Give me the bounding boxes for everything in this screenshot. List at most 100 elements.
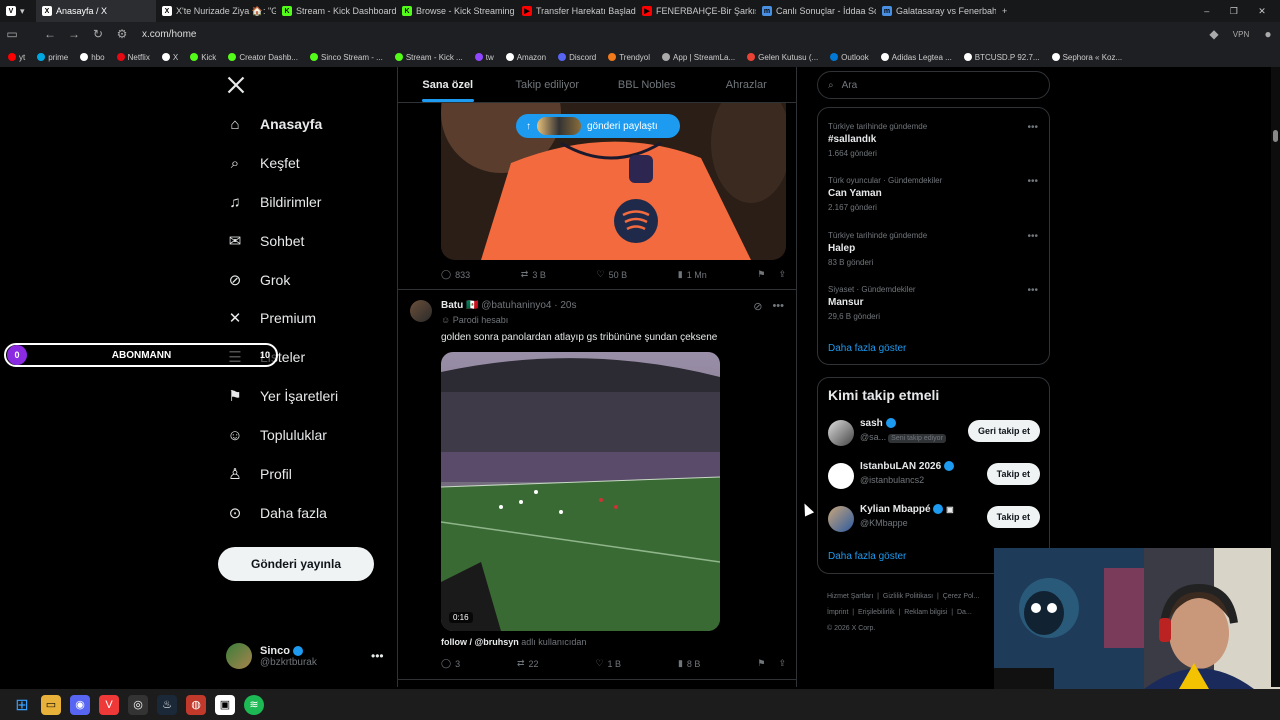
bookmark[interactable]: Adidas Legtea ... xyxy=(880,53,952,62)
browser-tab[interactable]: ▶FENERBAHÇE-Bir Şarkısın S... xyxy=(636,0,756,22)
follow-suggestion[interactable]: sash @sa... Seni takip ediyor Geri takip … xyxy=(828,418,1040,448)
browser-tab[interactable]: XX'te Nurizade Ziya 🏠: "Gala... xyxy=(156,0,276,22)
bookmark[interactable]: Sephora « Koz... xyxy=(1051,53,1122,62)
nav-explore[interactable]: ⌕ Keşfet xyxy=(226,154,300,172)
trend-item[interactable]: Türkiye tarihinde gündemde #sallandık 1.… xyxy=(828,122,1038,158)
follow-suggestion[interactable]: IstanbuLAN 2026 @istanbulancs2 Takip et xyxy=(828,461,1040,491)
repost-button[interactable]: ⇄ 3 B xyxy=(521,269,546,280)
profile-icon[interactable]: ● xyxy=(1256,27,1280,41)
url-field[interactable]: x.com/home xyxy=(142,29,196,40)
panel-toggle-icon[interactable]: ▭ xyxy=(0,27,24,41)
reload-icon[interactable]: ↻ xyxy=(86,27,110,41)
follow-back-button[interactable]: Geri takip et xyxy=(967,420,1040,442)
bookmark[interactable]: Stream - Kick ... xyxy=(394,53,463,62)
bookmark[interactable]: Amazon xyxy=(505,53,546,62)
bookmark[interactable]: Netflix xyxy=(116,53,150,62)
reply-button[interactable]: ◯ 833 xyxy=(441,269,470,280)
bookmark[interactable]: Trendyol xyxy=(608,53,650,62)
tweet-time[interactable]: 20s xyxy=(560,300,576,311)
follow-button[interactable]: Takip et xyxy=(986,463,1040,485)
more-icon[interactable]: ••• xyxy=(1027,176,1038,187)
site-info-icon[interactable]: ⚙ xyxy=(110,27,134,41)
browser-tab[interactable]: X Anasayfa / X xyxy=(36,0,156,22)
minimize-icon[interactable]: – xyxy=(1204,6,1209,16)
maximize-icon[interactable]: ❐ xyxy=(1230,6,1238,17)
tweet-video[interactable]: 0:16 xyxy=(441,352,720,631)
bookmark[interactable]: App | StreamLa... xyxy=(662,53,735,62)
browser-menu-button[interactable]: V ▾ xyxy=(0,0,36,22)
scrollbar-thumb[interactable] xyxy=(1273,130,1278,142)
window-controls[interactable]: – ❐ ✕ xyxy=(1190,0,1280,22)
spotify-icon[interactable]: ≋ xyxy=(244,694,264,715)
tweet-author-name[interactable]: Batu xyxy=(441,300,463,311)
more-icon[interactable]: ••• xyxy=(772,300,784,313)
extensions-icon[interactable]: ◆ xyxy=(1202,27,1226,41)
tab-bbl-nobles[interactable]: BBL Nobles xyxy=(597,67,697,102)
follow-show-more-link[interactable]: Daha fazla göster xyxy=(828,551,906,562)
tab-ahrazlar[interactable]: Ahrazlar xyxy=(697,67,797,102)
app-icon[interactable]: ▣ xyxy=(215,694,235,715)
bookmark[interactable]: X xyxy=(161,53,178,62)
file-explorer-icon[interactable]: ▭ xyxy=(41,694,61,715)
follow-button[interactable]: Takip et xyxy=(986,506,1040,528)
trends-show-more-link[interactable]: Daha fazla göster xyxy=(828,343,906,354)
back-icon[interactable]: ← xyxy=(38,27,62,41)
browser-tab[interactable]: ▶Transfer Harekatı Başladı | F... xyxy=(516,0,636,22)
bookmark[interactable]: tw xyxy=(474,53,494,62)
bookmark[interactable]: yt xyxy=(8,53,25,62)
bookmark[interactable]: Sinco Stream - ... xyxy=(310,53,383,62)
post-button[interactable]: Gönderi yayınla xyxy=(218,547,374,581)
views-button[interactable]: ▮ 8 B xyxy=(678,658,700,669)
new-posts-pill[interactable]: ↑ gönderi paylaştı xyxy=(516,114,680,138)
close-icon[interactable]: ✕ xyxy=(1258,6,1266,17)
x-home-logo[interactable] xyxy=(226,75,246,95)
obs-icon[interactable]: ◎ xyxy=(128,694,148,715)
tweet-author-handle[interactable]: @batuhaninyo4 xyxy=(481,300,551,311)
bookmark-icon[interactable]: ⚑ xyxy=(757,269,765,280)
nav-communities[interactable]: ☺ Topluluklar xyxy=(226,426,327,444)
bookmark[interactable]: Kick xyxy=(190,53,216,62)
bookmark[interactable]: Creator Dashb... xyxy=(228,53,298,62)
nav-more[interactable]: ⊙ Daha fazla xyxy=(226,504,327,522)
reply-button[interactable]: ◯ 3 xyxy=(441,658,460,669)
bookmark[interactable]: BTCUSD.P 92.7... xyxy=(963,53,1040,62)
more-icon[interactable]: ••• xyxy=(1027,285,1038,296)
like-button[interactable]: ♡ 50 B xyxy=(596,269,627,280)
page-scrollbar[interactable] xyxy=(1271,67,1280,687)
browser-tab[interactable]: K Browse - Kick Streaming xyxy=(396,0,516,22)
vivaldi-icon[interactable]: V xyxy=(99,694,119,715)
browser-tab[interactable]: mGalatasaray vs Fenerbahçe... xyxy=(876,0,996,22)
more-icon[interactable]: ••• xyxy=(1027,122,1038,133)
account-more-icon[interactable]: ••• xyxy=(371,649,384,663)
bookmark[interactable]: prime xyxy=(37,53,68,62)
like-button[interactable]: ♡ 1 B xyxy=(595,658,621,669)
bookmark[interactable]: Outlook xyxy=(830,53,869,62)
windows-start-icon[interactable]: ⊞ xyxy=(12,695,32,715)
nav-premium[interactable]: ✕ Premium xyxy=(226,309,316,327)
search-input[interactable]: ⌕ Ara xyxy=(817,71,1050,99)
new-tab-button[interactable]: + xyxy=(996,0,1020,22)
steam-icon[interactable]: ♨ xyxy=(157,694,177,715)
grok-icon[interactable]: ⊘ xyxy=(753,300,762,313)
tab-following[interactable]: Takip ediliyor xyxy=(498,67,598,102)
trend-item[interactable]: Siyaset · Gündemdekiler Mansur 29,6 B gö… xyxy=(828,285,1038,321)
account-switcher[interactable]: Sinco @bzkrtburak xyxy=(226,643,317,669)
more-icon[interactable]: ••• xyxy=(1027,231,1038,242)
views-button[interactable]: ▮ 1 Mn xyxy=(678,269,707,280)
browser-tab[interactable]: K Stream - Kick Dashboard xyxy=(276,0,396,22)
forward-icon[interactable]: → xyxy=(62,27,86,41)
bookmark[interactable]: Discord xyxy=(558,53,596,62)
browser-tab[interactable]: mCanlı Sonuçlar - İddaa Sonu... xyxy=(756,0,876,22)
share-icon[interactable]: ⇪ xyxy=(778,269,786,280)
vpn-icon[interactable]: VPN xyxy=(1226,30,1256,39)
nav-profile[interactable]: ♙ Profil xyxy=(226,465,292,483)
bookmark[interactable]: hbo xyxy=(80,53,105,62)
nav-home[interactable]: ⌂ Anasayfa xyxy=(226,115,322,133)
nav-bookmarks[interactable]: ⚑ Yer İşaretleri xyxy=(226,387,338,405)
trend-item[interactable]: Türkiye tarihinde gündemde Halep 83 B gö… xyxy=(828,231,1038,267)
app-icon[interactable]: ◍ xyxy=(186,694,206,715)
nav-grok[interactable]: ⊘ Grok xyxy=(226,271,291,289)
discord-icon[interactable]: ◉ xyxy=(70,694,90,715)
share-icon[interactable]: ⇪ xyxy=(778,658,786,669)
nav-notifications[interactable]: ♫ Bildirimler xyxy=(226,193,321,211)
